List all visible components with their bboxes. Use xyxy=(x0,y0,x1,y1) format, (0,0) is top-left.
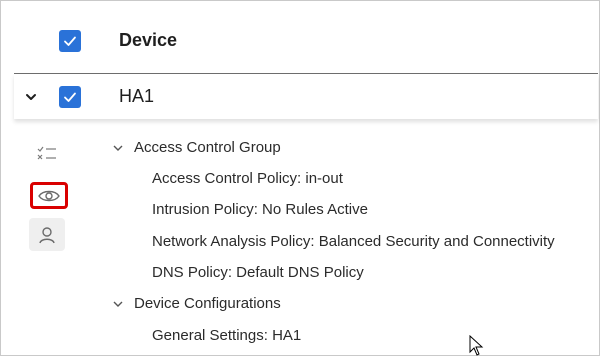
chevron-down-icon[interactable] xyxy=(24,90,38,104)
tree-group-device-config[interactable]: Device Configurations xyxy=(112,295,281,312)
checkmark-icon xyxy=(64,36,76,46)
eye-icon xyxy=(38,190,60,201)
device-column-header[interactable]: Device xyxy=(119,30,177,51)
chevron-down-icon[interactable] xyxy=(112,142,124,154)
tree-item[interactable]: DNS Policy: Default DNS Policy xyxy=(152,264,364,281)
checkmark-icon xyxy=(64,92,76,102)
mouse-pointer-icon xyxy=(469,335,484,356)
tree-item[interactable]: Intrusion Policy: No Rules Active xyxy=(152,201,368,218)
tree-group-label: Device Configurations xyxy=(134,295,281,312)
device-name: HA1 xyxy=(119,86,155,106)
tree-item[interactable]: Access Control Policy: in-out xyxy=(152,170,343,187)
table-row[interactable]: HA1 xyxy=(14,74,598,119)
user-button[interactable] xyxy=(29,218,65,251)
chevron-down-icon[interactable] xyxy=(112,298,124,310)
device-checkbox[interactable] xyxy=(59,86,81,108)
tree-group-label: Access Control Group xyxy=(134,139,281,156)
tree-item[interactable]: General Settings: HA1 xyxy=(152,327,301,344)
table-header: Device xyxy=(14,10,598,74)
tree-item[interactable]: Network Analysis Policy: Balanced Securi… xyxy=(152,233,555,250)
user-icon xyxy=(39,226,55,243)
checklist-icon xyxy=(37,146,56,160)
select-all-checkbox[interactable] xyxy=(59,30,81,52)
view-button[interactable] xyxy=(30,182,68,209)
checklist-button[interactable] xyxy=(29,138,65,170)
tree-group-access-control[interactable]: Access Control Group xyxy=(112,139,281,156)
